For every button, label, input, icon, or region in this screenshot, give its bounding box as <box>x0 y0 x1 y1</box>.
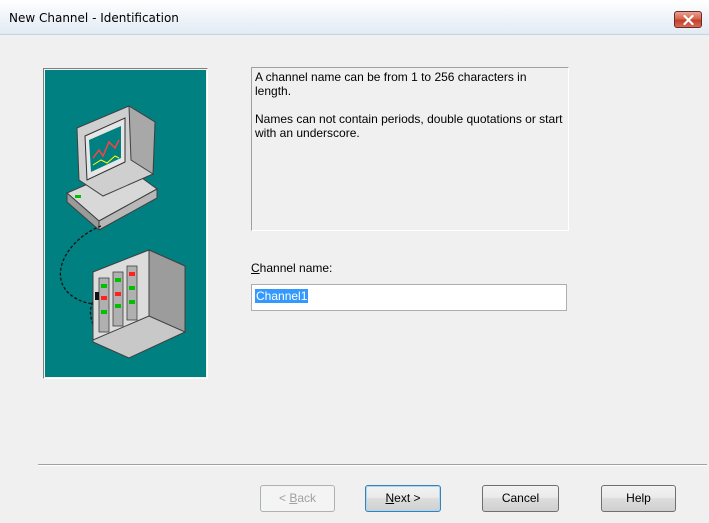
wizard-illustration <box>45 70 206 377</box>
close-icon <box>683 15 694 25</box>
back-button[interactable]: < Back <box>260 485 335 512</box>
channel-name-label-text: hannel name: <box>259 261 333 275</box>
computer-device-illustration <box>59 105 186 359</box>
name-rules-hint: Names can not contain periods, double qu… <box>255 112 563 140</box>
title-bar: New Channel - Identification <box>0 0 709 35</box>
channel-name-label-mnemonic: C <box>251 261 260 275</box>
wizard-illustration-frame <box>43 68 208 379</box>
channel-name-selected-text: Channel1 <box>255 289 309 303</box>
cancel-button[interactable]: Cancel <box>482 485 559 512</box>
name-length-hint: A channel name can be from 1 to 256 char… <box>255 70 527 98</box>
channel-name-help-text: A channel name can be from 1 to 256 char… <box>251 67 569 231</box>
window-title: New Channel - Identification <box>9 11 179 25</box>
next-button-label: ext > <box>394 491 421 505</box>
channel-name-label: Channel name: <box>251 261 332 275</box>
channel-name-input[interactable]: Channel1 <box>251 284 567 311</box>
back-button-label: ack <box>297 491 317 505</box>
next-button[interactable]: Next > <box>365 485 441 512</box>
close-button[interactable] <box>674 11 702 28</box>
button-divider <box>38 464 707 466</box>
back-button-prefix: < <box>278 491 290 505</box>
help-button[interactable]: Help <box>601 485 676 512</box>
next-button-mnemonic: N <box>385 491 395 505</box>
